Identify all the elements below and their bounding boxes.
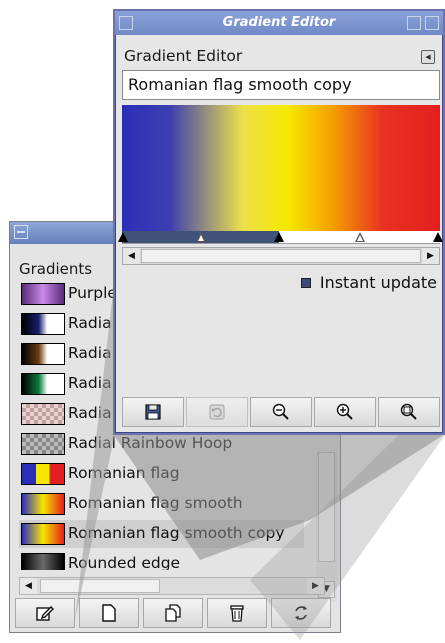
editor-window-title: Gradient Editor <box>222 15 336 30</box>
midpoint-marker[interactable] <box>355 232 365 242</box>
gradient-list-item[interactable]: Romanian flag smooth <box>19 490 304 518</box>
gradient-name: Romanian flag smooth <box>68 494 243 512</box>
gradient-swatch <box>21 403 65 425</box>
refresh-icon <box>295 606 307 620</box>
gradient-editor-window: Gradient Editor Gradient Editor ◀ Romani… <box>113 9 445 435</box>
scrollbar-thumb[interactable] <box>141 249 421 263</box>
scroll-left-arrow-icon[interactable]: ◀ <box>20 578 37 594</box>
stop-marker[interactable] <box>274 232 284 242</box>
tab-menu-icon[interactable]: ◀ <box>421 50 435 64</box>
gradient-name: Radial <box>68 344 116 362</box>
gradients-toolbar <box>15 598 333 628</box>
gradient-list-item[interactable]: Romanian flag smooth copy <box>19 520 304 548</box>
gradient-name-field[interactable]: Romanian flag smooth copy <box>122 70 440 100</box>
new-document-icon <box>102 604 116 622</box>
gradient-name: Purple <box>68 284 117 302</box>
refresh-gradients-button[interactable] <box>271 598 331 628</box>
instant-update-label: Instant update <box>319 273 437 292</box>
delete-icon <box>230 605 244 622</box>
gradient-swatch <box>21 283 65 305</box>
stop-marker[interactable] <box>433 232 443 242</box>
maximize-icon[interactable] <box>407 16 421 30</box>
edit-icon <box>36 606 54 621</box>
gradient-swatch <box>21 553 65 570</box>
scroll-right-arrow-icon[interactable]: ▶ <box>307 578 324 594</box>
revert-icon <box>209 404 225 420</box>
revert-gradient-button[interactable] <box>186 397 248 427</box>
save-icon <box>145 404 161 420</box>
gradient-swatch <box>21 493 65 515</box>
window-menu-icon[interactable] <box>14 225 28 239</box>
gradient-name: Romanian flag <box>68 464 180 482</box>
gradient-swatch <box>21 343 65 365</box>
zoom-all-icon <box>400 403 417 420</box>
duplicate-gradient-button[interactable] <box>143 598 203 628</box>
stop-marker[interactable] <box>118 232 128 242</box>
zoom-in-button[interactable] <box>314 397 376 427</box>
gradient-swatch <box>21 523 65 545</box>
gradient-preview[interactable] <box>122 105 440 231</box>
zoom-out-button[interactable] <box>250 397 312 427</box>
gradient-stops-bar[interactable] <box>118 231 443 244</box>
editor-hscrollbar[interactable]: ◀ ▶ <box>122 247 440 265</box>
editor-titlebar[interactable]: Gradient Editor <box>115 11 443 35</box>
gradient-swatch <box>21 313 65 335</box>
instant-update-option[interactable]: Instant update <box>300 273 437 292</box>
editor-toolbar <box>122 397 440 427</box>
zoom-in-icon <box>336 403 353 420</box>
duplicate-icon <box>165 604 181 622</box>
gradient-list-item[interactable]: Rounded edge <box>19 550 304 570</box>
scroll-left-arrow-icon[interactable]: ◀ <box>123 248 140 264</box>
instant-update-checkbox[interactable] <box>300 277 311 288</box>
zoom-all-button[interactable] <box>378 397 440 427</box>
zoom-out-icon <box>272 403 289 420</box>
edit-gradient-button[interactable] <box>15 598 75 628</box>
delete-gradient-button[interactable] <box>207 598 267 628</box>
gradient-list-hscrollbar[interactable]: ◀ ▶ <box>19 577 325 595</box>
gradient-swatch <box>21 373 65 395</box>
gradient-name: Rounded edge <box>68 554 181 570</box>
close-icon[interactable] <box>425 16 439 30</box>
gradient-name: Radial <box>68 314 116 332</box>
gradient-name: Romanian flag smooth copy <box>68 524 285 542</box>
scrollbar-thumb[interactable] <box>40 579 160 593</box>
scrollbar-thumb[interactable] <box>318 452 335 562</box>
gradient-swatch <box>21 433 65 455</box>
editor-header: Gradient Editor <box>124 47 243 65</box>
midpoint-marker[interactable] <box>196 232 206 242</box>
gradient-name: Radial <box>68 374 116 392</box>
gradient-list-item[interactable]: Romanian flag <box>19 460 304 488</box>
gradients-label: Gradients <box>19 260 93 278</box>
new-gradient-button[interactable] <box>79 598 139 628</box>
gradient-name: Radial Rainbow Hoop <box>68 434 233 452</box>
save-gradient-button[interactable] <box>122 397 184 427</box>
gradient-swatch <box>21 463 65 485</box>
gradient-name: Radial <box>68 404 116 422</box>
scroll-right-arrow-icon[interactable]: ▶ <box>422 248 439 264</box>
